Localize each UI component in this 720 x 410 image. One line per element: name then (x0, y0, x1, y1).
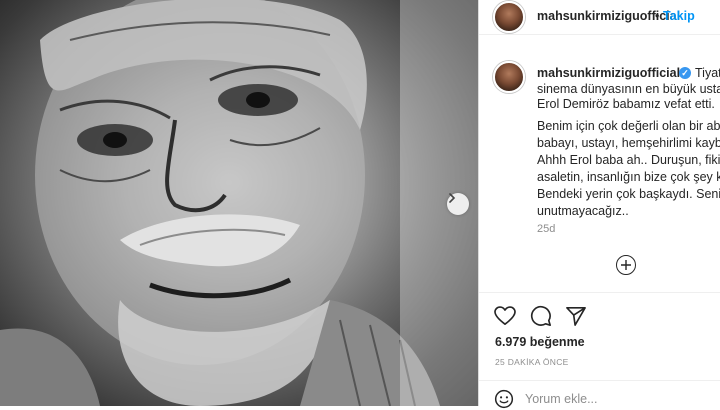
post-header: mahsunkirmiziguofficial • Takip (479, 0, 720, 35)
caption-line: sinema dünyasının en büyük usta (537, 82, 720, 96)
caption-line: Benim için çok değerli olan bir ab (537, 119, 720, 133)
post-side-panel: mahsunkirmiziguofficial • Takip mahsunki… (479, 0, 720, 409)
header-separator: • (655, 9, 660, 23)
load-more-comments-button[interactable] (616, 255, 636, 275)
caption-text-first: Tiyat (695, 66, 720, 80)
likes-count[interactable]: 6.979 beğenme (495, 335, 585, 349)
plus-circle-icon (621, 260, 631, 270)
carousel-next-button[interactable] (447, 193, 469, 215)
like-button[interactable] (493, 304, 517, 328)
comment-input[interactable] (525, 389, 715, 409)
chevron-right-icon (449, 193, 456, 203)
posted-time: 25 DAKİKA ÖNCE (495, 357, 569, 367)
avatar[interactable] (493, 1, 525, 33)
portrait-image (0, 0, 478, 406)
comment-button[interactable] (529, 304, 553, 328)
heart-icon (494, 306, 516, 325)
caption-avatar[interactable] (493, 61, 525, 93)
post-photo (0, 0, 478, 406)
emoji-button[interactable] (493, 388, 515, 410)
paper-plane-icon (566, 307, 586, 326)
caption-line: asaletin, insanlığın bize çok şey ka (537, 170, 720, 184)
caption-line: Bendeki yerin çok başkaydı. Seni (537, 187, 720, 201)
caption-line: babayı, ustayı, hemşehirlimi kaybe (537, 136, 720, 150)
smiley-icon (494, 389, 514, 409)
share-button[interactable] (564, 304, 588, 328)
follow-button[interactable]: Takip (663, 9, 695, 23)
caption-line: unutmayacağız.. (537, 204, 629, 218)
caption-line: Erol Demiröz babamız vefat etti. (537, 97, 715, 111)
comment-bubble-icon (530, 305, 551, 326)
caption-time-ago: 25d (537, 223, 556, 235)
comment-divider (479, 380, 720, 381)
caption-line: Ahhh Erol baba ah.. Duruşun, fikir (537, 153, 720, 167)
caption-username-link[interactable]: mahsunkirmiziguofficial (537, 66, 680, 80)
verified-badge-icon: ✓ (679, 67, 691, 79)
actions-divider (479, 292, 720, 293)
